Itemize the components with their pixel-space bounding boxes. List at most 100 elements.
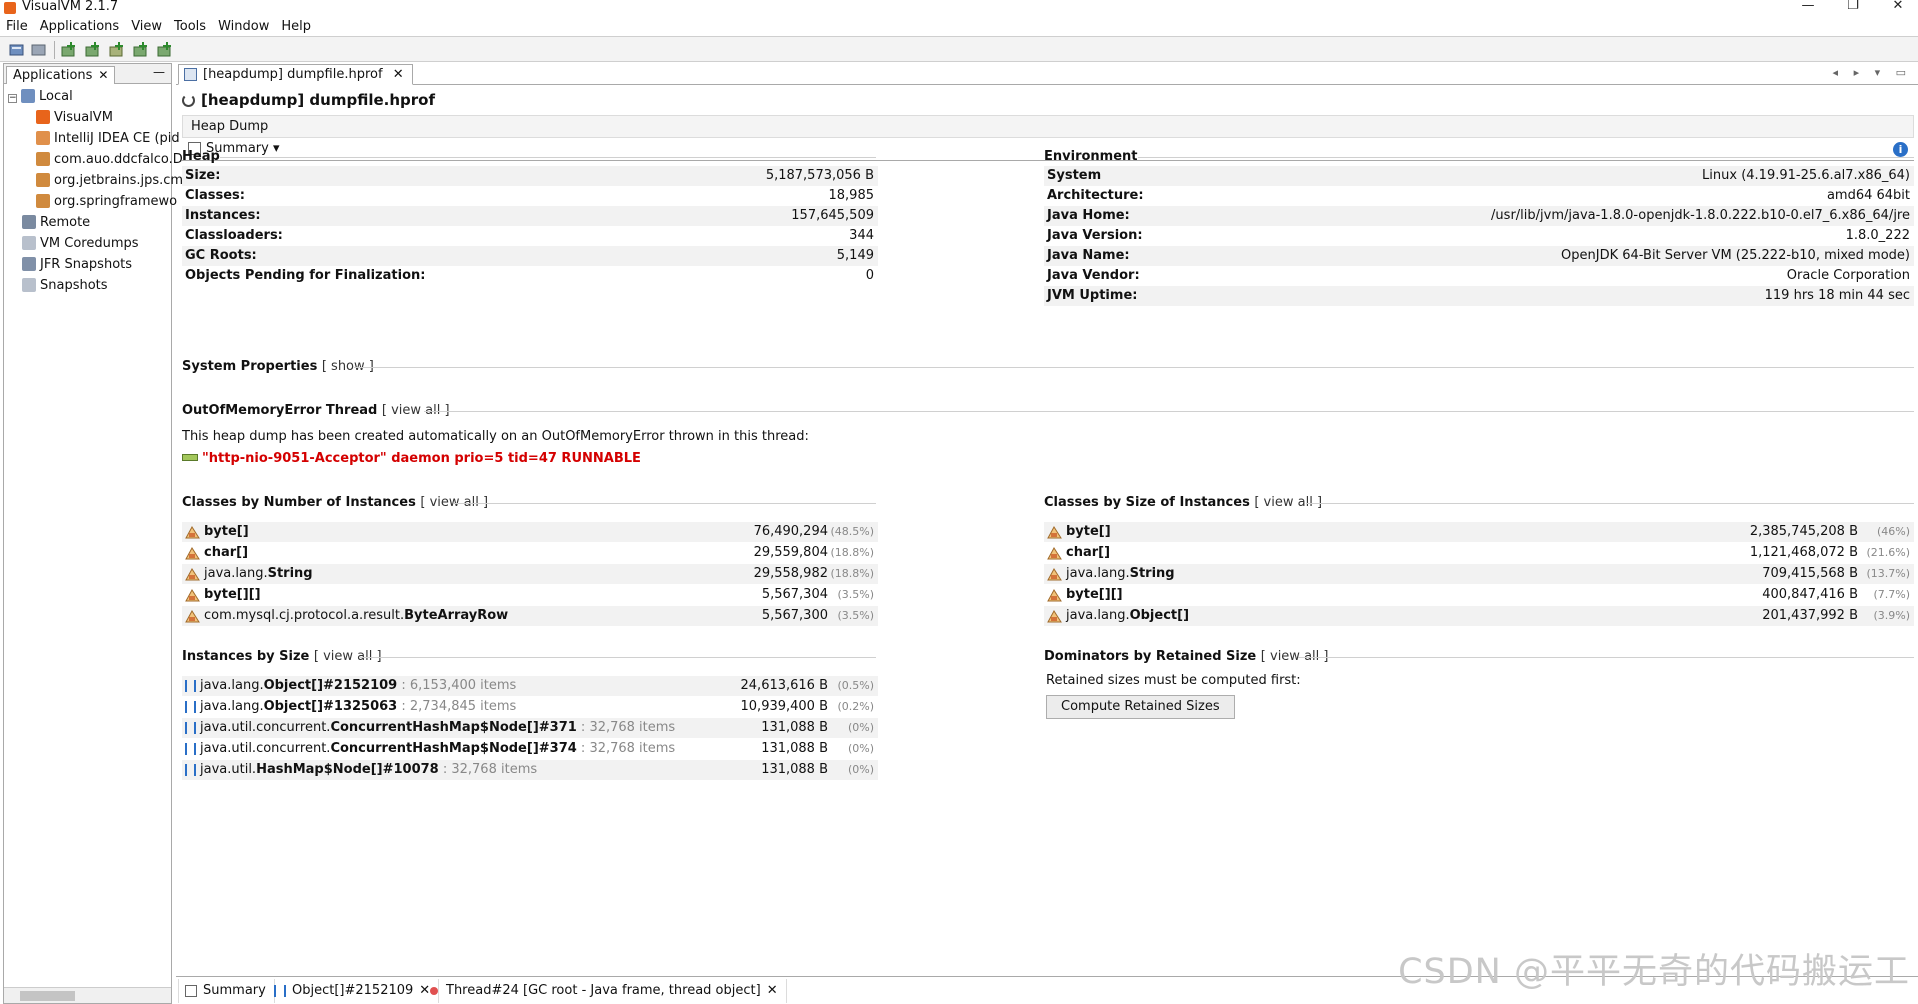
class-count-row[interactable]: byte[][] 5,567,304 (3.5%)	[182, 585, 878, 605]
class-size-row[interactable]: byte[][] 400,847,416 B (7.7%)	[1044, 585, 1914, 605]
class-size-row[interactable]: java.lang.String 709,415,568 B (13.7%)	[1044, 564, 1914, 584]
doc-tab-label: [heapdump] dumpfile.hprof	[203, 67, 383, 82]
refresh-icon	[182, 94, 195, 107]
tab-navigation-icons[interactable]: ◂ ▸ ▾ ▭	[1833, 66, 1912, 79]
add-jfr-snapshot-icon[interactable]	[132, 41, 150, 59]
section-divider	[220, 157, 876, 158]
tree-node-visualvm[interactable]: VisualVM	[36, 109, 113, 127]
environment-row: Java Version: 1.8.0_222	[1044, 226, 1914, 246]
class-name[interactable]: java.lang.String	[1066, 564, 1175, 584]
class-name[interactable]: java.util.concurrent.ConcurrentHashMap$N…	[200, 718, 675, 738]
class-name[interactable]: com.mysql.cj.protocol.a.result.ByteArray…	[204, 606, 508, 626]
class-name[interactable]: java.lang.String	[204, 564, 313, 584]
tree-node-intellij[interactable]: IntelliJ IDEA CE (pid	[36, 130, 180, 148]
bottom-tab-object[interactable]: Object[]#2152109 ✕	[268, 979, 440, 1003]
percent-value: (3.5%)	[837, 609, 874, 622]
instance-size-row[interactable]: java.lang.Object[]#1325063 : 2,734,845 i…	[182, 697, 878, 717]
percent-value: (0%)	[847, 742, 874, 755]
load-snapshot-icon[interactable]	[8, 41, 26, 59]
item-count: : 32,768 items	[576, 741, 676, 756]
close-icon[interactable]: ✕	[393, 67, 404, 82]
package-name: java.lang.	[200, 678, 264, 693]
tree-node-coredumps[interactable]: VM Coredumps	[22, 235, 139, 253]
close-window-button[interactable]: ✕	[1878, 0, 1918, 16]
heapdump-document-tab[interactable]: [heapdump] dumpfile.hprof ✕	[178, 64, 413, 85]
tree-node-remote[interactable]: Remote	[22, 214, 90, 232]
class-size-row[interactable]: char[] 1,121,468,072 B (21.6%)	[1044, 543, 1914, 563]
close-icon[interactable]: ✕	[767, 983, 778, 998]
environment-row: JVM Uptime: 119 hrs 18 min 44 sec	[1044, 286, 1914, 306]
percent-value: (48.5%)	[830, 525, 874, 538]
menu-view[interactable]: View	[125, 16, 168, 36]
class-name[interactable]: java.lang.Object[]	[1066, 606, 1189, 626]
class-count-row[interactable]: byte[] 76,490,294 (48.5%)	[182, 522, 878, 542]
simple-class-name: ConcurrentHashMap$Node[]#374	[330, 741, 577, 756]
item-count: : 32,768 items	[576, 720, 676, 735]
heap-key: Classes:	[185, 188, 245, 203]
add-jmx-connection-icon[interactable]	[60, 41, 78, 59]
menu-tools[interactable]: Tools	[168, 16, 212, 36]
class-size-row[interactable]: java.lang.Object[] 201,437,992 B (3.9%)	[1044, 606, 1914, 626]
class-count-row[interactable]: java.lang.String 29,558,982 (18.8%)	[182, 564, 878, 584]
close-icon[interactable]: ✕	[98, 68, 108, 82]
system-properties-title: System Properties [ show ]	[182, 359, 374, 374]
class-count-row[interactable]: com.mysql.cj.protocol.a.result.ByteArray…	[182, 606, 878, 626]
add-remote-host-icon[interactable]	[84, 41, 102, 59]
dominators-title-text: Dominators by Retained Size	[1044, 649, 1257, 664]
instance-size-row[interactable]: java.util.concurrent.ConcurrentHashMap$N…	[182, 718, 878, 738]
class-name[interactable]: java.util.HashMap$Node[]#10078 : 32,768 …	[200, 760, 537, 780]
add-snapshot-icon[interactable]	[156, 41, 174, 59]
simple-class-name: Object[]#1325063	[263, 699, 398, 714]
class-name[interactable]: byte[][]	[1066, 585, 1123, 605]
environment-key: System	[1047, 168, 1102, 183]
class-name[interactable]: java.util.concurrent.ConcurrentHashMap$N…	[200, 739, 675, 759]
class-name[interactable]: byte[][]	[204, 585, 261, 605]
tree-node-ddcfalco[interactable]: com.auo.ddcfalco.D	[36, 151, 183, 169]
percent-value: (46%)	[1876, 525, 1910, 538]
percent-value: (3.9%)	[1873, 609, 1910, 622]
horizontal-scrollbar[interactable]	[4, 987, 171, 1003]
applications-tab[interactable]: Applications ✕	[6, 66, 116, 84]
tree-node-springframework[interactable]: org.springframewo	[36, 193, 177, 211]
menu-window[interactable]: Window	[212, 16, 275, 36]
minimize-panel-icon[interactable]: —	[153, 65, 165, 79]
class-size-row[interactable]: byte[] 2,385,745,208 B (46%)	[1044, 522, 1914, 542]
class-count-row[interactable]: char[] 29,559,804 (18.8%)	[182, 543, 878, 563]
coredump-icon	[22, 236, 36, 250]
instance-size-row[interactable]: java.util.concurrent.ConcurrentHashMap$N…	[182, 739, 878, 759]
class-name[interactable]: byte[]	[1066, 522, 1111, 542]
scrollbar-thumb[interactable]	[20, 991, 75, 1001]
menu-applications[interactable]: Applications	[34, 16, 125, 36]
classes-by-size-title: Classes by Size of Instances [ view all …	[1044, 495, 1322, 510]
menu-file[interactable]: File	[0, 16, 34, 36]
bottom-tab-summary[interactable]: Summary	[178, 979, 275, 1003]
compute-retained-sizes-button[interactable]: Compute Retained Sizes	[1046, 695, 1235, 719]
class-name[interactable]: java.lang.Object[]#1325063 : 2,734,845 i…	[200, 697, 516, 717]
count-value: 10,939,400 B	[740, 699, 828, 714]
instance-size-row[interactable]: java.util.HashMap$Node[]#10078 : 32,768 …	[182, 760, 878, 780]
restore-button[interactable]: ❐	[1833, 0, 1873, 16]
heap-value: 5,149	[836, 248, 874, 263]
info-icon[interactable]: i	[1893, 142, 1908, 157]
environment-key: Java Name:	[1047, 248, 1130, 263]
collapse-icon[interactable]: −	[8, 94, 17, 103]
class-icon	[1047, 567, 1062, 581]
minimize-button[interactable]: —	[1788, 0, 1828, 16]
add-coredump-icon[interactable]	[108, 41, 126, 59]
tree-node-local[interactable]: − Local	[8, 88, 73, 106]
save-snapshot-icon[interactable]	[30, 41, 48, 59]
class-name[interactable]: java.lang.Object[]#2152109 : 6,153,400 i…	[200, 676, 516, 696]
class-name[interactable]: char[]	[1066, 543, 1110, 563]
class-name[interactable]: byte[]	[204, 522, 249, 542]
oom-thread-link[interactable]: "http-nio-9051-Acceptor" daemon prio=5 t…	[182, 451, 641, 466]
environment-key: JVM Uptime:	[1047, 288, 1138, 303]
heap-value: 5,187,573,056 B	[765, 168, 874, 183]
class-name[interactable]: char[]	[204, 543, 248, 563]
section-divider	[1138, 157, 1914, 158]
tree-node-jps[interactable]: org.jetbrains.jps.cm	[36, 172, 183, 190]
tree-node-jfr[interactable]: JFR Snapshots	[22, 256, 132, 274]
bottom-tab-thread[interactable]: Thread#24 [GC root - Java frame, thread …	[422, 979, 787, 1003]
instance-size-row[interactable]: java.lang.Object[]#2152109 : 6,153,400 i…	[182, 676, 878, 696]
menu-help[interactable]: Help	[275, 16, 317, 36]
tree-node-snapshots[interactable]: Snapshots	[22, 277, 108, 295]
